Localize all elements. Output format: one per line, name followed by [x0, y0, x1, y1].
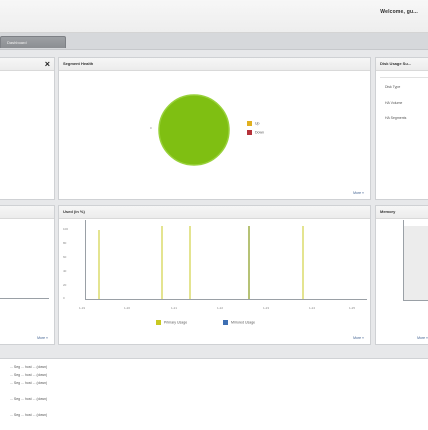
legend-swatch-primary	[156, 320, 161, 325]
event-item: ... Seg ... host ... (down)	[10, 365, 48, 369]
legend-item-up: Up	[247, 121, 259, 126]
panel-left-top: ×	[0, 57, 55, 200]
x-tick-label: 1-20	[124, 306, 131, 310]
used-chart-more-link[interactable]: More »	[353, 336, 364, 340]
legend-item-mirrored: Mirrored Usage	[223, 320, 255, 325]
left-mid-more-link[interactable]: More »	[37, 336, 48, 340]
legend-label-down: Down	[255, 130, 264, 135]
left-mid-axis	[0, 298, 49, 299]
disk-usage-title: Disk Usage Su...	[380, 61, 412, 66]
x-tick-label: 1-24	[309, 306, 316, 310]
x-tick-label: 1-22	[217, 306, 224, 310]
close-icon[interactable]: ×	[45, 59, 50, 69]
x-tick-label: 1-25	[349, 306, 356, 310]
memory-x-axis	[403, 300, 428, 301]
disk-usage-item: Disk Type	[385, 85, 401, 89]
x-tick-label: 1-19	[79, 306, 86, 310]
panel-left-top-header: ×	[0, 58, 54, 71]
x-tick-label: 1-23	[263, 306, 270, 310]
used-chart-plot	[98, 226, 304, 299]
disk-usage-item: HA Volume	[385, 101, 403, 105]
legend-item-primary: Primary Usage	[156, 320, 187, 325]
legend-swatch-down	[247, 130, 252, 135]
memory-more-link[interactable]: More »	[417, 336, 428, 340]
tab-strip: Dashboard	[0, 33, 428, 50]
panel-segment-health: Segment Health 0 Up Down More »	[58, 57, 371, 200]
legend-label-primary: Primary Usage	[164, 320, 188, 325]
panel-left-mid: More »	[0, 205, 55, 345]
legend-swatch-mirrored	[223, 320, 228, 325]
memory-y-axis	[403, 220, 404, 300]
legend-label-mirrored: Mirrored Usage	[231, 320, 256, 325]
legend-item-down: Down	[247, 130, 264, 135]
memory-title: Memory	[380, 209, 396, 214]
events-panel: ... Seg ... host ... (down) ... Seg ... …	[0, 358, 428, 430]
tab-dashboard[interactable]: Dashboard	[0, 36, 66, 48]
memory-header: Memory	[376, 206, 428, 219]
memory-bar	[404, 226, 428, 300]
segment-health-more-link[interactable]: More »	[353, 191, 364, 195]
top-bar: Welcome, gu...	[0, 0, 428, 33]
event-item: ... Seg ... host ... (down)	[10, 397, 48, 401]
pie-slice-up	[158, 94, 230, 166]
legend-swatch-up	[247, 121, 252, 126]
panel-left-mid-header	[0, 206, 54, 219]
panel-used-chart: Used (in %) 100 80 60 40 20 0 1-19 1-20 …	[58, 205, 371, 345]
event-item: ... Seg ... host ... (down)	[10, 373, 48, 377]
panel-disk-usage: Disk Usage Su... Disk Type HA Volume HA …	[375, 57, 428, 200]
legend-label-up: Up	[255, 121, 260, 126]
segment-health-pie	[158, 94, 230, 166]
panel-memory: Memory More »	[375, 205, 428, 345]
welcome-text[interactable]: Welcome, gu...	[380, 9, 418, 15]
x-tick-label: 1-21	[171, 306, 178, 310]
disk-usage-header: Disk Usage Su...	[376, 58, 428, 71]
event-item: ... Seg ... host ... (down)	[10, 413, 48, 417]
event-item: ... Seg ... host ... (down)	[10, 381, 48, 385]
disk-usage-item: HA Segments	[385, 116, 407, 120]
disk-usage-divider	[380, 77, 428, 78]
